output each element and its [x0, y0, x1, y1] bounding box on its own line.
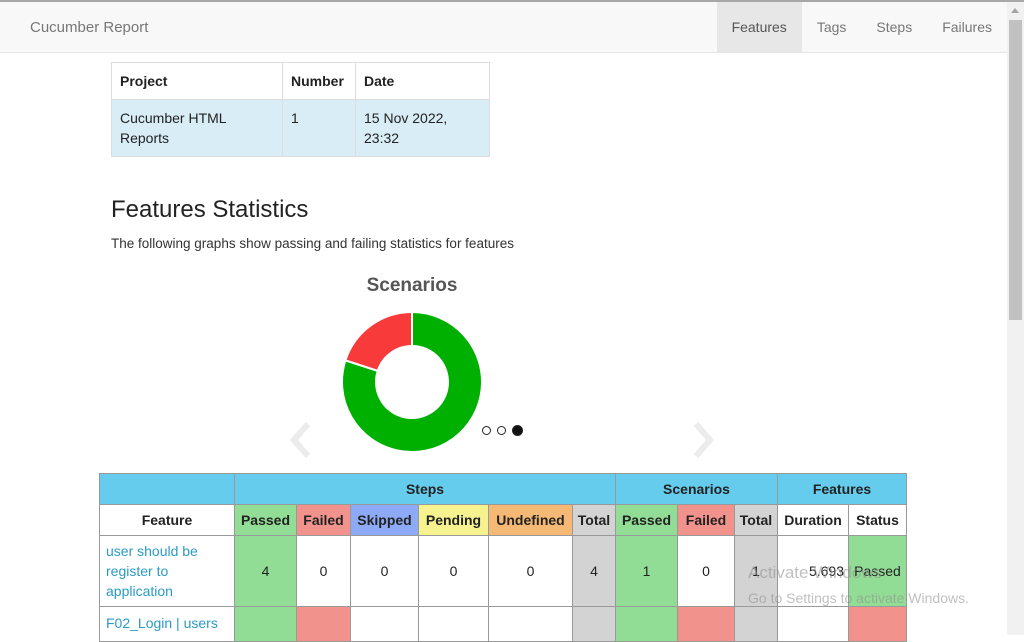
features-statistics-title: Features Statistics — [111, 196, 309, 223]
steps-failed-cell: 0 — [296, 535, 351, 607]
steps-failed-cell — [296, 606, 351, 642]
header-number: Number — [282, 62, 356, 100]
col-duration[interactable]: Duration — [777, 504, 849, 536]
steps-total-cell — [572, 606, 616, 642]
scenarios-total-cell — [734, 606, 778, 642]
carousel-dot-2[interactable] — [497, 426, 506, 435]
feature-link[interactable]: F02_Login | users — [99, 606, 235, 642]
nav-item-features[interactable]: Features — [716, 2, 802, 52]
nav-item-steps[interactable]: Steps — [861, 2, 927, 52]
col-steps-failed[interactable]: Failed — [296, 504, 351, 536]
feature-link[interactable]: user should be register to application — [99, 535, 235, 607]
nav-item-failures[interactable]: Failures — [927, 2, 1007, 52]
carousel-dot-3[interactable] — [512, 425, 523, 436]
steps-passed-cell: 4 — [234, 535, 297, 607]
steps-pending-cell — [418, 606, 489, 642]
navbar: Cucumber Report Features Tags Steps Fail… — [0, 2, 1007, 53]
steps-total-cell: 4 — [572, 535, 616, 607]
col-scenarios-total[interactable]: Total — [734, 504, 778, 536]
nav-item-tags[interactable]: Tags — [802, 2, 862, 52]
features-summary-table: Steps Scenarios Features Feature Passed … — [99, 473, 907, 642]
vertical-scrollbar[interactable] — [1007, 2, 1024, 635]
scroll-thumb[interactable] — [1009, 20, 1022, 320]
build-number: 1 — [282, 99, 356, 157]
carousel-indicators — [482, 425, 523, 436]
feature-link-line2[interactable]: register to — [106, 563, 168, 579]
steps-pending-cell: 0 — [418, 535, 489, 607]
col-steps-passed[interactable]: Passed — [234, 504, 297, 536]
table-row: F02_Login | users — [99, 606, 907, 642]
steps-skipped-cell: 0 — [350, 535, 419, 607]
duration-cell — [777, 606, 849, 642]
col-steps-skipped[interactable]: Skipped — [350, 504, 419, 536]
feature-link-line1[interactable]: user should be — [106, 543, 198, 559]
col-scenarios-failed[interactable]: Failed — [677, 504, 735, 536]
group-empty — [99, 473, 235, 505]
features-statistics-description: The following graphs show passing and fa… — [111, 236, 514, 251]
project-name-line2: Reports — [120, 130, 170, 146]
steps-passed-cell — [234, 606, 297, 642]
header-project: Project — [111, 62, 283, 100]
scenarios-passed-cell: 1 — [615, 535, 678, 607]
col-steps-pending[interactable]: Pending — [418, 504, 489, 536]
group-features: Features — [777, 473, 907, 505]
nav-menu: Features Tags Steps Failures — [716, 2, 1007, 52]
table-row: user should be register to application 4 0… — [99, 535, 907, 607]
report-date-line2: 23:32 — [364, 130, 400, 146]
feature-link-line3[interactable]: application — [106, 583, 173, 599]
brand-title[interactable]: Cucumber Report — [30, 19, 148, 36]
report-date-line1: 15 Nov 2022, — [364, 110, 448, 126]
status-cell: Passed — [848, 535, 907, 607]
col-steps-total[interactable]: Total — [572, 504, 616, 536]
col-status[interactable]: Status — [848, 504, 907, 536]
col-feature[interactable]: Feature — [99, 504, 235, 536]
carousel-next-icon[interactable] — [692, 420, 714, 460]
scenarios-failed-cell: 0 — [677, 535, 735, 607]
scenarios-passed-cell — [615, 606, 678, 642]
group-scenarios: Scenarios — [615, 473, 778, 505]
col-steps-undefined[interactable]: Undefined — [488, 504, 573, 536]
project-name: Cucumber HTML Reports — [111, 99, 283, 157]
carousel-prev-icon[interactable] — [290, 420, 312, 460]
scenarios-failed-cell — [677, 606, 735, 642]
report-info-table: Project Number Date Cucumber HTML Reports… — [111, 62, 490, 157]
project-name-line1: Cucumber HTML — [120, 110, 227, 126]
col-scenarios-passed[interactable]: Passed — [615, 504, 678, 536]
scroll-up-arrow-icon[interactable] — [1011, 8, 1019, 13]
chart-title: Scenarios — [366, 275, 458, 296]
header-date: Date — [355, 62, 490, 100]
scenarios-donut-chart — [341, 310, 483, 453]
scenarios-total-cell: 1 — [734, 535, 778, 607]
status-cell — [848, 606, 907, 642]
steps-undefined-cell: 0 — [488, 535, 573, 607]
steps-skipped-cell — [350, 606, 419, 642]
duration-cell: 5.693 — [777, 535, 849, 607]
donut-slice-2[interactable] — [344, 310, 413, 373]
steps-undefined-cell — [488, 606, 573, 642]
report-date: 15 Nov 2022, 23:32 — [355, 99, 490, 157]
group-steps: Steps — [234, 473, 616, 505]
carousel-dot-1[interactable] — [482, 426, 491, 435]
